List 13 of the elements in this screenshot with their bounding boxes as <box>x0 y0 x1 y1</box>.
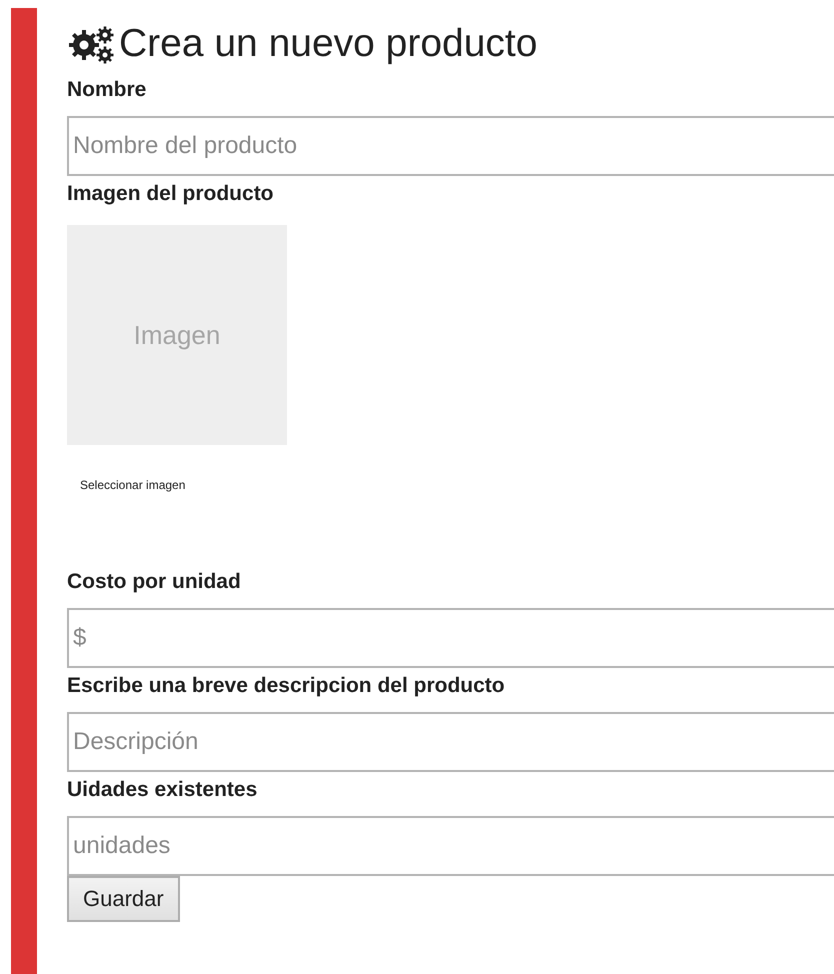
image-placeholder-text: Imagen <box>134 320 220 350</box>
input-field[interactable]: unidades <box>67 816 834 876</box>
input-field[interactable]: Descripción <box>67 712 834 772</box>
field-label: Imagen del producto <box>67 182 275 206</box>
field-label: Uidades existentes <box>67 778 258 802</box>
field-label: Costo por unidad <box>67 570 242 594</box>
page-title: Crea un nuevo producto <box>119 22 538 66</box>
field-label: Nombre <box>67 78 148 102</box>
input-field[interactable]: Nombre del producto <box>67 116 834 176</box>
save-button[interactable]: Guardar <box>67 876 180 922</box>
input-field[interactable]: $ <box>67 608 834 668</box>
select-image-link[interactable]: Seleccionar imagen <box>80 478 834 492</box>
field-label: Escribe una breve descripcion del producto <box>67 674 506 698</box>
